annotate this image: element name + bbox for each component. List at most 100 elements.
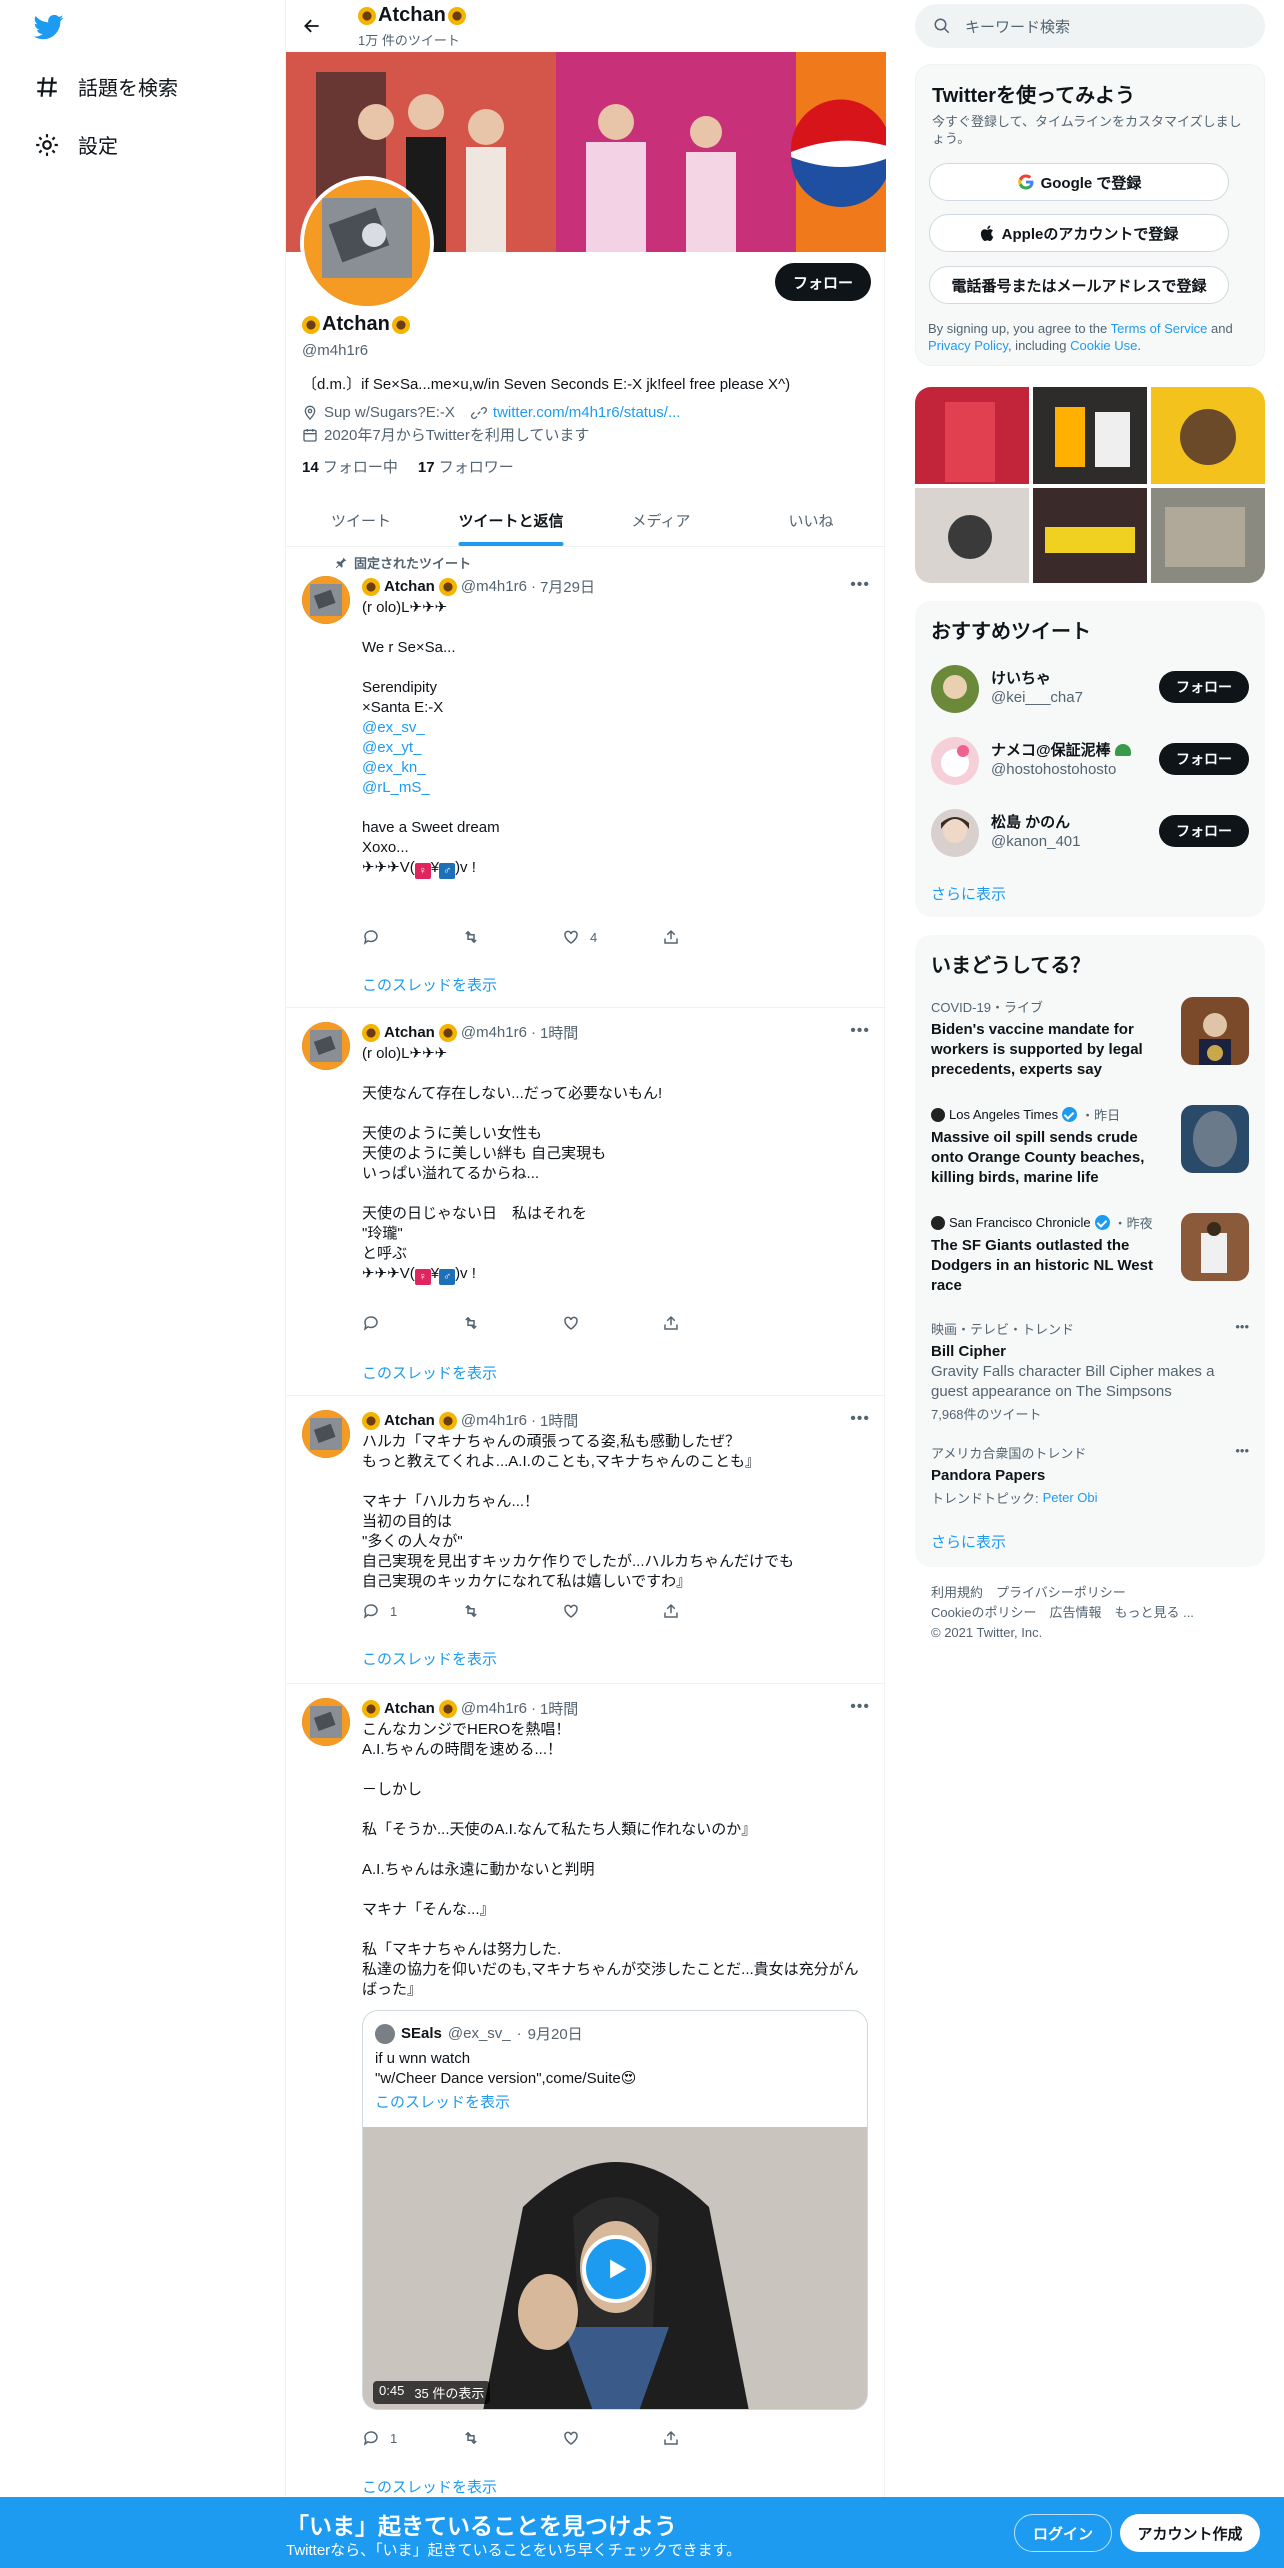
follow-button[interactable]: フォロー — [1159, 671, 1249, 703]
footer-links-2[interactable]: Cookieのポリシー 広告情報 もっと見る ... — [931, 1603, 1194, 1623]
trend-item[interactable]: アメリカ合衆国のトレンド Pandora Papers トレンドトピック: Pe… — [931, 1443, 1249, 1513]
reply-button[interactable] — [362, 928, 462, 946]
retweet-button[interactable] — [462, 928, 562, 946]
follow-button[interactable]: フォロー — [775, 263, 871, 301]
show-thread-link[interactable]: このスレッドを表示 — [362, 1648, 497, 1669]
apple-signup-button[interactable]: Appleのアカウントで登録 — [929, 214, 1229, 252]
avatar — [931, 737, 979, 785]
trend-item[interactable]: Los Angeles Times ・昨日 Massive oil spill s… — [931, 1105, 1249, 1195]
tweet-actions — [362, 1314, 792, 1332]
like-button[interactable] — [562, 1602, 662, 1620]
terms-link[interactable]: Terms of Service — [1111, 321, 1208, 336]
show-thread-link[interactable]: このスレッドを表示 — [362, 2476, 497, 2497]
mention-link[interactable]: @ex_kn_ — [362, 759, 426, 776]
more-options-icon[interactable]: ••• — [850, 1698, 870, 1716]
privacy-link[interactable]: Privacy Policy — [928, 338, 1008, 353]
show-more-link[interactable]: さらに表示 — [931, 1531, 1006, 1552]
tweet-item[interactable]: 固定されたツイート Atchan @m4h1r6 · 7月29日 ••• (r ol… — [286, 548, 886, 1008]
reply-button[interactable]: 1 — [362, 1602, 462, 1620]
recommended-user[interactable]: 松島 かのん @kanon_401 フォロー — [931, 797, 1249, 869]
avatar[interactable] — [302, 1410, 350, 1458]
recommended-user[interactable]: けいちゃ @kei___cha7 フォロー — [931, 653, 1249, 725]
mention-link[interactable]: @ex_yt_ — [362, 739, 421, 756]
share-button[interactable] — [662, 1602, 762, 1620]
like-button[interactable]: 4 — [562, 928, 662, 946]
sf-chronicle-logo-icon — [931, 1215, 945, 1230]
tweet-actions: 1 — [362, 1602, 792, 1620]
phone-email-signup-button[interactable]: 電話番号またはメールアドレスで登録 — [929, 266, 1229, 304]
more-options-icon[interactable]: ••• — [850, 1410, 870, 1428]
signup-title: Twitterを使ってみよう — [932, 85, 1136, 107]
google-signup-button[interactable]: Google で登録 — [929, 163, 1229, 201]
followers-link[interactable]: 17 フォロワー — [418, 456, 514, 477]
avatar — [375, 2023, 395, 2044]
avatar[interactable] — [302, 576, 350, 624]
video-player[interactable]: 0:45 35 件の表示 — [363, 2127, 867, 2409]
nav-settings[interactable]: 設定 — [34, 130, 118, 159]
tweet-text: ハルカ「マキナちゃんの頑張ってる姿,私も感動したぜ？ もっと教えてくれよ...A… — [362, 1433, 795, 1590]
search-input[interactable]: キーワード検索 — [965, 16, 1070, 37]
login-button[interactable]: ログイン — [1014, 2514, 1112, 2552]
profile-meta-row: Sup w/Sugars?E:-X twitter.com/m4h1r6/sta… — [302, 404, 680, 421]
tweet-item[interactable]: Atchan @m4h1r6 · 1時間 ••• (r olo)L✈✈✈ 天使なんて… — [286, 1008, 886, 1396]
more-options-icon[interactable]: ••• — [850, 1022, 870, 1040]
retweet-button[interactable] — [462, 1314, 562, 1332]
search-box[interactable]: キーワード検索 — [915, 4, 1265, 48]
signup-button[interactable]: アカウント作成 — [1120, 2514, 1260, 2552]
show-more-link[interactable]: さらに表示 — [931, 883, 1006, 904]
sunflower-icon — [358, 6, 376, 25]
trend-item[interactable]: COVID-19・ライブ Biden's vaccine mandate for… — [931, 997, 1249, 1087]
share-button[interactable] — [662, 928, 762, 946]
tweet-header: Atchan @m4h1r6 · 1時間 — [362, 1410, 578, 1431]
tweet-item[interactable]: Atchan @m4h1r6 · 1時間 ••• ハルカ「マキナちゃんの頑張ってる姿… — [286, 1396, 886, 1684]
tab-tweets-and-replies[interactable]: ツイートと返信 — [436, 494, 586, 546]
more-options-icon[interactable]: ••• — [1235, 1319, 1249, 1334]
show-thread-link[interactable]: このスレッドを表示 — [362, 1362, 497, 1383]
profile-avatar[interactable] — [300, 176, 434, 310]
mention-link[interactable]: @rL_mS_ — [362, 779, 430, 796]
following-link[interactable]: 14 フォロー中 — [302, 456, 398, 477]
share-button[interactable] — [662, 2429, 762, 2447]
trend-item[interactable]: San Francisco Chronicle ・昨夜 The SF Giants… — [931, 1213, 1249, 1303]
footer: 利用規約 プライバシーポリシー Cookieのポリシー 広告情報 もっと見る .… — [931, 1583, 1194, 1643]
like-button[interactable] — [562, 1314, 662, 1332]
play-button-icon[interactable] — [582, 2235, 650, 2303]
back-arrow-icon[interactable] — [302, 16, 322, 36]
cookie-link[interactable]: Cookie Use — [1070, 338, 1137, 353]
tweet-item[interactable]: Atchan @m4h1r6 · 1時間 ••• こんなカンジでHEROを熱唱！ A… — [286, 1684, 886, 2497]
more-options-icon[interactable]: ••• — [850, 576, 870, 594]
share-icon — [664, 2430, 678, 2445]
twitter-logo-icon[interactable] — [34, 12, 64, 42]
quoted-show-thread-link[interactable]: このスレッドを表示 — [375, 2091, 510, 2112]
trend-item[interactable]: 映画・テレビ・トレンド Bill Cipher Gravity Falls ch… — [931, 1319, 1249, 1429]
sunflower-icon — [362, 1023, 380, 1042]
retweet-button[interactable] — [462, 1602, 562, 1620]
tab-media[interactable]: メディア — [586, 494, 736, 546]
follow-button[interactable]: フォロー — [1159, 815, 1249, 847]
profile-bio: 〔d.m.〕if Se×Sa...me×u,w/in Seven Seconds… — [302, 376, 791, 393]
avatar[interactable] — [302, 1698, 350, 1746]
footer-links-1[interactable]: 利用規約 プライバシーポリシー — [931, 1583, 1194, 1603]
mention-link[interactable]: @ex_sv_ — [362, 719, 425, 736]
like-button[interactable] — [562, 2429, 662, 2447]
avatar[interactable] — [302, 1022, 350, 1070]
tab-likes[interactable]: いいね — [736, 494, 886, 546]
sunflower-icon — [302, 315, 320, 334]
header-name: Atchan — [358, 4, 466, 27]
reply-icon — [363, 1316, 378, 1331]
reply-button[interactable] — [362, 1314, 462, 1332]
trend-topic-link[interactable]: Peter Obi — [1043, 1490, 1098, 1505]
recommended-user[interactable]: ナメコ@保証泥棒 @hostohostohosto フォロー — [931, 725, 1249, 797]
reply-button[interactable]: 1 — [362, 2429, 462, 2447]
profile-url-link[interactable]: twitter.com/m4h1r6/status/... — [493, 404, 681, 421]
quoted-tweet[interactable]: SEals @ex_sv_ · 9月20日 if u wnn watch "w/C… — [362, 2010, 868, 2410]
show-thread-link[interactable]: このスレッドを表示 — [362, 974, 497, 995]
tab-tweets[interactable]: ツイート — [286, 494, 436, 546]
share-icon — [664, 1603, 678, 1618]
reply-icon — [363, 930, 378, 945]
retweet-button[interactable] — [462, 2429, 562, 2447]
more-options-icon[interactable]: ••• — [1235, 1443, 1249, 1458]
follow-button[interactable]: フォロー — [1159, 743, 1249, 775]
share-button[interactable] — [662, 1314, 762, 1332]
nav-explore[interactable]: 話題を検索 — [34, 72, 178, 101]
